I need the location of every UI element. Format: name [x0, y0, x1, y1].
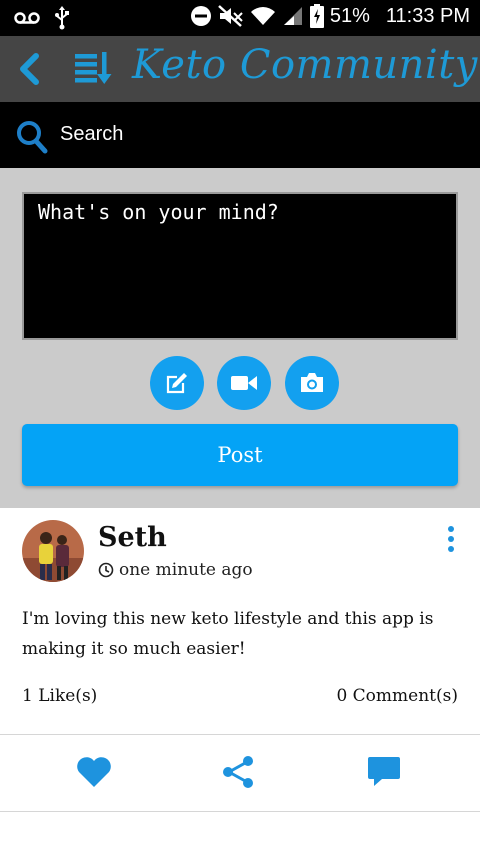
add-photo-button[interactable]	[285, 356, 339, 410]
status-bar: 51% 11:33 PM	[0, 0, 480, 36]
sort-icon	[75, 52, 112, 84]
divider	[0, 734, 480, 735]
post-button[interactable]: Post	[22, 424, 458, 486]
video-icon	[231, 376, 257, 390]
do-not-disturb-icon	[190, 6, 211, 26]
divider	[0, 811, 480, 812]
like-button[interactable]	[74, 752, 114, 792]
post-timestamp: one minute ago	[98, 560, 253, 580]
likes-count[interactable]: 1 Like(s)	[22, 686, 97, 706]
wifi-icon	[250, 7, 275, 25]
search-icon	[17, 121, 48, 154]
post-author[interactable]: Seth	[98, 522, 167, 553]
comments-count[interactable]: 0 Comment(s)	[336, 686, 458, 706]
more-icon[interactable]	[444, 526, 458, 552]
comment-button[interactable]	[364, 752, 404, 792]
post-card: Seth one minute ago I'm loving this new …	[0, 508, 480, 854]
clock-time: 11:33 PM	[385, 4, 470, 27]
search-bar[interactable]: Search	[0, 102, 480, 168]
avatar[interactable]	[22, 520, 84, 582]
voicemail-icon	[14, 12, 40, 24]
post-composer: What's on your mind? Post	[0, 168, 480, 508]
search-label: Search	[60, 123, 124, 145]
camera-icon	[301, 373, 323, 392]
avatar-photo	[22, 520, 84, 582]
edit-icon	[166, 373, 187, 394]
back-icon	[20, 53, 39, 85]
status-input[interactable]: What's on your mind?	[22, 192, 458, 340]
add-video-button[interactable]	[217, 356, 271, 410]
share-icon	[223, 756, 253, 788]
heart-icon	[77, 757, 111, 787]
clock-icon	[98, 562, 114, 578]
mute-icon	[218, 5, 243, 27]
back-button[interactable]	[14, 52, 44, 86]
app-title: Keto Community	[132, 42, 478, 88]
signal-icon	[283, 7, 302, 25]
battery-level: 51%	[329, 4, 370, 27]
share-button[interactable]	[218, 752, 258, 792]
usb-icon	[55, 6, 69, 30]
battery-icon	[309, 4, 324, 28]
sort-button[interactable]	[74, 50, 114, 86]
write-post-button[interactable]	[150, 356, 204, 410]
post-body: I'm loving this new keto lifestyle and t…	[22, 609, 434, 659]
app-header: Keto Community	[0, 36, 480, 102]
comment-icon	[368, 757, 400, 786]
post-time-text: one minute ago	[119, 560, 253, 580]
